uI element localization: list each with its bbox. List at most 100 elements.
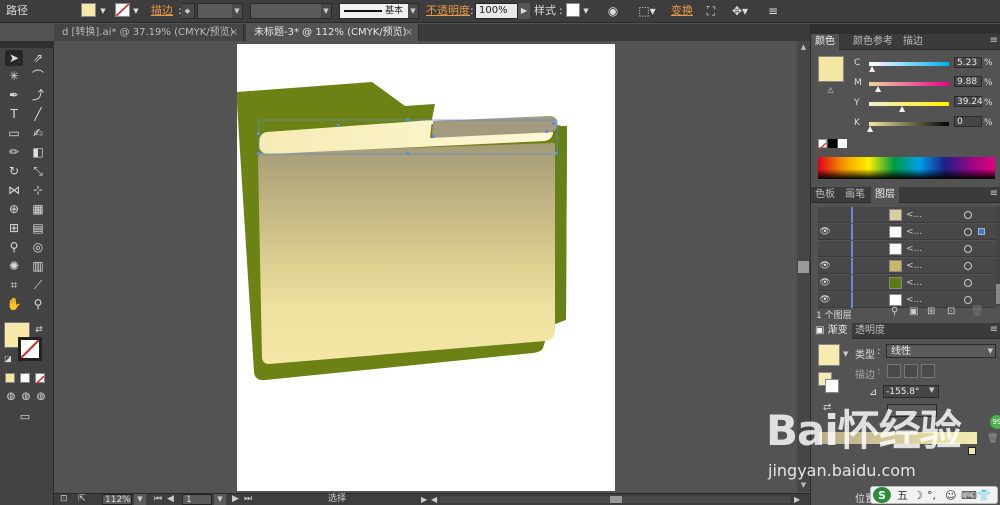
arrange-options-icon[interactable]: ✥▾: [728, 3, 752, 19]
type-tool-icon[interactable]: T: [5, 106, 23, 122]
fill-dropdown-arrow-icon[interactable]: ▼: [98, 3, 108, 19]
slice-tool-icon[interactable]: ⟋: [29, 277, 47, 293]
stroke-weight-input[interactable]: ▼: [197, 3, 243, 19]
white-swatch[interactable]: [838, 139, 847, 148]
channel-y-slider[interactable]: [869, 102, 949, 106]
ime-mode-label[interactable]: 五: [897, 487, 908, 504]
layer-row[interactable]: 👁 <...: [818, 275, 996, 291]
eraser-tool-icon[interactable]: ◧: [29, 144, 47, 160]
layer-name[interactable]: <...: [906, 207, 922, 223]
opacity-label[interactable]: 不透明度: [426, 3, 470, 19]
layer-row[interactable]: <...: [818, 241, 996, 257]
screen-mode-icon[interactable]: ▭: [15, 409, 35, 425]
zoom-tool-icon[interactable]: ⚲: [29, 296, 47, 312]
draw-normal-icon[interactable]: ◍: [4, 389, 18, 405]
gradient-type-dropdown[interactable]: 线性 ▼: [886, 344, 996, 358]
delete-stop-icon[interactable]: 🗑: [987, 434, 998, 444]
scroll-down-icon[interactable]: ▼: [797, 481, 810, 491]
brush-definition-dropdown[interactable]: 基本 ▼: [339, 3, 419, 19]
hscroll-thumb[interactable]: [610, 496, 622, 503]
keyboard-icon[interactable]: ⌨: [961, 487, 977, 504]
half-width-icon[interactable]: ☽: [913, 487, 923, 504]
close-icon[interactable]: ×: [405, 24, 413, 41]
export-icon[interactable]: ⇱: [78, 494, 88, 505]
hscroll-right-icon[interactable]: ▶: [794, 494, 802, 505]
channel-m-input[interactable]: 9.88: [954, 76, 982, 87]
free-transform-tool-icon[interactable]: ⊹: [29, 182, 47, 198]
color-mode-button[interactable]: [5, 373, 15, 383]
visibility-eye-icon[interactable]: [818, 241, 832, 257]
tab-transparency[interactable]: 透明度: [851, 323, 889, 339]
channel-y-input[interactable]: 39.24: [954, 96, 983, 107]
tab-swatches[interactable]: 色板: [811, 187, 839, 203]
tab-color-guide[interactable]: 颜色参考: [849, 34, 897, 50]
target-circle-icon[interactable]: [964, 245, 972, 253]
tab-color[interactable]: 颜色: [811, 34, 839, 50]
toolbox-grip[interactable]: [0, 41, 54, 48]
pencil-tool-icon[interactable]: ✏: [5, 144, 23, 160]
symbol-sprayer-tool-icon[interactable]: ✺: [5, 258, 23, 274]
layer-name[interactable]: <...: [906, 241, 922, 257]
opacity-arrow-icon[interactable]: ▶: [518, 3, 530, 19]
layer-name[interactable]: <...: [906, 224, 922, 240]
skin-icon[interactable]: 👕: [977, 487, 991, 504]
swap-fill-stroke-icon[interactable]: ⇄: [34, 322, 44, 338]
channel-y-thumb[interactable]: ▲: [899, 105, 905, 113]
tab-brushes[interactable]: 画笔: [841, 187, 869, 203]
recolor-artwork-icon[interactable]: ◉: [604, 3, 622, 19]
gradient-slider[interactable]: [819, 432, 977, 444]
opacity-input[interactable]: 100%: [475, 3, 518, 19]
hscroll-left-icon[interactable]: ◀: [431, 494, 439, 505]
emoji-icon[interactable]: ☺: [945, 487, 956, 504]
stroke-along-button[interactable]: [904, 364, 918, 378]
gradient-stroke-box[interactable]: [825, 379, 839, 393]
variable-width-profile[interactable]: ▼: [250, 3, 332, 19]
rotate-tool-icon[interactable]: ↻: [5, 163, 23, 179]
locate-object-icon[interactable]: ⚲: [891, 306, 898, 317]
folder-artwork[interactable]: [237, 44, 615, 491]
panel-menu-icon[interactable]: ≡: [990, 188, 998, 199]
graphic-style-swatch[interactable]: [566, 3, 580, 17]
selected-art-indicator[interactable]: [978, 228, 985, 235]
artboard-dropdown-arrow-icon[interactable]: ▼: [214, 494, 226, 505]
draw-inside-icon[interactable]: ◍: [34, 389, 48, 405]
ime-toolbar[interactable]: S 五 ☽ °, ☺ ⌨ 👕: [870, 486, 998, 504]
direct-selection-tool-icon[interactable]: ⇗: [29, 50, 47, 66]
channel-c-thumb[interactable]: ▲: [869, 65, 875, 73]
channel-k-slider[interactable]: [869, 122, 949, 126]
tab-document-2[interactable]: 未标题-3* @ 112% (CMYK/预览) ×: [246, 24, 419, 41]
target-circle-icon[interactable]: [964, 228, 972, 236]
black-swatch[interactable]: [828, 139, 837, 148]
stroke-swatch[interactable]: [115, 3, 130, 17]
curvature-tool-icon[interactable]: ⤴: [29, 87, 47, 103]
align-options-icon[interactable]: ⬚▾: [636, 3, 658, 19]
zoom-dropdown-arrow-icon[interactable]: ▼: [134, 494, 146, 505]
next-artboard-icon[interactable]: ▶: [232, 494, 242, 505]
panel-menu-icon[interactable]: ≡: [990, 35, 998, 46]
channel-c-slider[interactable]: [869, 62, 949, 66]
default-fill-stroke-icon[interactable]: ◪: [3, 351, 13, 367]
target-circle-icon[interactable]: [964, 296, 972, 304]
folder-front-shape[interactable]: [258, 143, 555, 364]
dock-grip[interactable]: [811, 24, 1000, 34]
close-icon[interactable]: ×: [230, 24, 238, 41]
visibility-eye-icon[interactable]: 👁: [818, 258, 832, 274]
gradient-tool-icon[interactable]: ▤: [29, 220, 47, 236]
style-dropdown-arrow-icon[interactable]: ▼: [581, 3, 591, 19]
last-artboard-icon[interactable]: ⏭: [244, 494, 256, 505]
green-badge-icon[interactable]: 99: [990, 415, 1000, 429]
width-tool-icon[interactable]: ⋈: [5, 182, 23, 198]
make-clipping-mask-icon[interactable]: ▣: [909, 306, 918, 317]
layers-scroll-thumb[interactable]: [996, 284, 1000, 304]
layer-name[interactable]: <...: [906, 258, 922, 274]
channel-m-thumb[interactable]: ▲: [875, 85, 881, 93]
previous-artboard-icon[interactable]: ◀: [167, 494, 177, 505]
control-panel-menu-icon[interactable]: ≡: [764, 3, 782, 19]
horizontal-scrollbar[interactable]: [440, 496, 790, 503]
tab-document-1[interactable]: d [转换].ai* @ 37.19% (CMYK/预览) ×: [54, 24, 244, 41]
none-mode-button[interactable]: [35, 373, 45, 385]
stroke-color-box[interactable]: [18, 337, 42, 361]
column-graph-tool-icon[interactable]: ▥: [29, 258, 47, 274]
new-sublayer-icon[interactable]: ⊞: [927, 306, 935, 317]
mesh-tool-icon[interactable]: ⊞: [5, 220, 23, 236]
